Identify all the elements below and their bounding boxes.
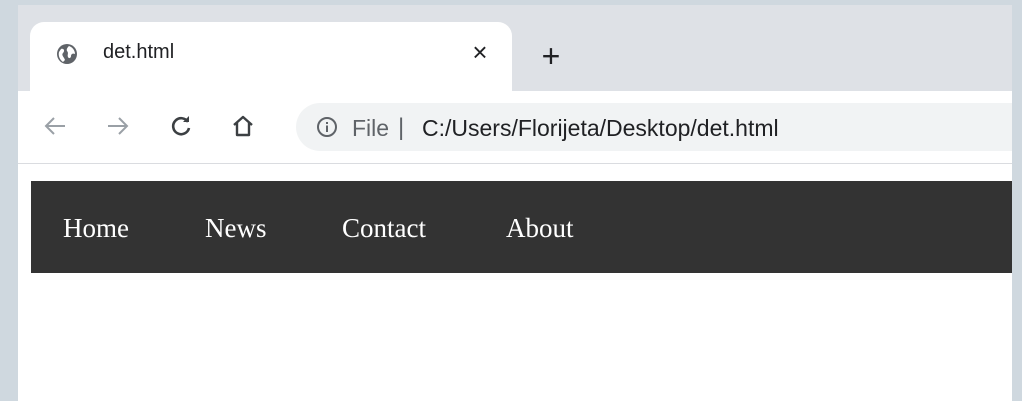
scheme-label: File <box>352 115 390 141</box>
nav-link-about[interactable]: About <box>506 213 574 244</box>
tab-close-icon[interactable]: × <box>467 39 493 65</box>
tab-strip: det.html × + <box>18 5 1012 91</box>
top-navigation-bar: Home News Contact About <box>31 181 1012 273</box>
browser-toolbar: File | C:/Users/Florijeta/Desktop/det.ht… <box>18 91 1012 164</box>
home-icon[interactable] <box>228 111 258 141</box>
url-text[interactable]: C:/Users/Florijeta/Desktop/det.html <box>422 115 779 142</box>
globe-icon <box>56 43 78 65</box>
info-icon[interactable] <box>316 116 338 138</box>
tab-title: det.html <box>103 41 175 63</box>
browser-window: det.html × + File | C:/Users/Florijeta/D… <box>18 5 1012 401</box>
nav-link-home[interactable]: Home <box>63 213 129 244</box>
reload-icon[interactable] <box>166 111 196 141</box>
forward-arrow-icon[interactable] <box>103 111 133 141</box>
nav-link-news[interactable]: News <box>205 213 267 244</box>
address-bar[interactable]: File | C:/Users/Florijeta/Desktop/det.ht… <box>296 103 1012 151</box>
url-separator: | <box>398 114 405 141</box>
browser-tab[interactable]: det.html × <box>30 22 512 91</box>
back-arrow-icon[interactable] <box>40 111 70 141</box>
nav-link-contact[interactable]: Contact <box>342 213 426 244</box>
new-tab-button[interactable]: + <box>536 40 566 72</box>
